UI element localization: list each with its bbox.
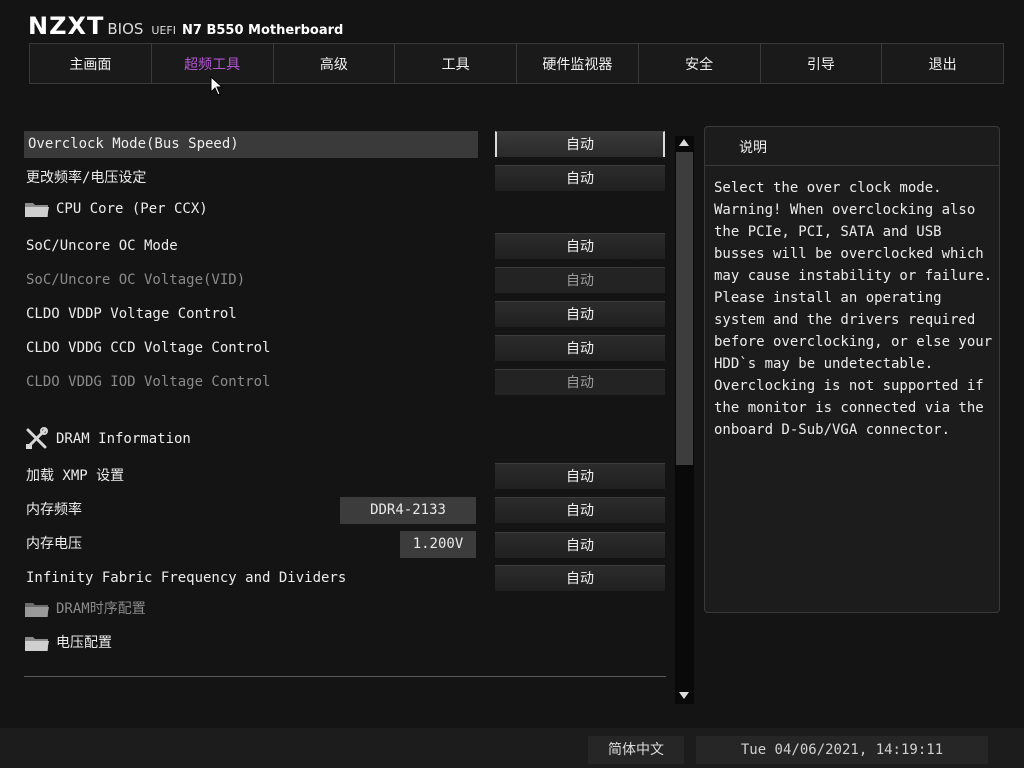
freq-voltage-value[interactable]: 自动: [495, 165, 665, 191]
overclock-mode-value[interactable]: 自动: [495, 131, 665, 157]
submenu-dram-information[interactable]: DRAM Information: [24, 426, 191, 453]
setting-label: Overclock Mode(Bus Speed): [28, 136, 239, 152]
tab-hardware-monitor[interactable]: 硬件监视器: [517, 44, 639, 83]
help-text: Select the over clock mode. Warning! Whe…: [714, 180, 993, 438]
tab-main[interactable]: 主画面: [30, 44, 152, 83]
setting-memory-voltage[interactable]: 内存电压: [24, 531, 82, 558]
cldo-vddp-value[interactable]: 自动: [495, 301, 665, 327]
scrollbar-thumb[interactable]: [676, 152, 693, 465]
folder-icon: [25, 203, 49, 217]
setting-memory-frequency[interactable]: 内存频率: [24, 497, 82, 524]
setting-label: SoC/Uncore OC Voltage(VID): [26, 272, 246, 288]
submenu-label: CPU Core (Per CCX): [56, 201, 208, 217]
bios-label: BIOS: [107, 20, 144, 38]
mouse-pointer-icon: [210, 76, 224, 96]
setting-label: SoC/Uncore OC Mode: [26, 238, 178, 254]
cldo-vddg-ccd-value[interactable]: 自动: [495, 335, 665, 361]
tab-boot[interactable]: 引导: [760, 44, 883, 83]
submenu-label: DRAM Information: [56, 431, 191, 447]
setting-overclock-mode[interactable]: Overclock Mode(Bus Speed): [24, 131, 478, 158]
memory-voltage-current: 1.200V: [400, 531, 476, 558]
setting-cldo-vddg-ccd[interactable]: CLDO VDDG CCD Voltage Control: [24, 335, 270, 362]
memory-frequency-current: DDR4-2133: [340, 497, 476, 524]
submenu-label: DRAM时序配置: [56, 601, 146, 617]
soc-oc-voltage-value: 自动: [495, 267, 665, 293]
submenu-label: 电压配置: [56, 635, 112, 651]
cldo-vddg-iod-value: 自动: [495, 369, 665, 395]
wrench-screwdriver-icon: [26, 427, 48, 449]
main-tab-bar: 主画面 超频工具 高级 工具 硬件监视器 安全 引导 退出: [29, 43, 1004, 84]
setting-xmp[interactable]: 加载 XMP 设置: [24, 463, 124, 490]
setting-label: 加载 XMP 设置: [26, 468, 125, 484]
board-name: N7 B550 Motherboard: [182, 23, 344, 38]
setting-soc-oc-mode[interactable]: SoC/Uncore OC Mode: [24, 233, 178, 260]
setting-freq-voltage[interactable]: 更改频率/电压设定: [24, 165, 146, 192]
setting-label: 内存频率: [26, 502, 82, 518]
scroll-up-icon[interactable]: [679, 139, 689, 146]
infinity-fabric-value[interactable]: 自动: [495, 565, 665, 591]
tab-tools[interactable]: 工具: [395, 44, 517, 83]
setting-infinity-fabric[interactable]: Infinity Fabric Frequency and Dividers: [24, 565, 346, 592]
help-divider: [705, 165, 999, 166]
submenu-dram-timing: DRAM时序配置: [24, 596, 146, 623]
xmp-value[interactable]: 自动: [495, 463, 665, 489]
system-clock[interactable]: Tue 04/06/2021, 14:19:11: [696, 736, 988, 764]
bios-header: NZXT BIOS UEFI N7 B550 Motherboard: [28, 12, 343, 40]
brand-logo: NZXT: [28, 12, 105, 40]
tab-advanced[interactable]: 高级: [273, 44, 396, 83]
setting-soc-oc-voltage: SoC/Uncore OC Voltage(VID): [24, 267, 245, 294]
setting-cldo-vddg-iod: CLDO VDDG IOD Voltage Control: [24, 369, 270, 396]
tab-security[interactable]: 安全: [638, 44, 761, 83]
folder-icon: [25, 637, 49, 651]
language-selector[interactable]: 简体中文: [588, 736, 684, 764]
setting-label: 内存电压: [26, 536, 82, 552]
help-panel: 说明 Select the over clock mode. Warning! …: [704, 126, 1000, 613]
setting-label: CLDO VDDP Voltage Control: [26, 306, 237, 322]
folder-icon: [25, 603, 49, 617]
setting-cldo-vddp[interactable]: CLDO VDDP Voltage Control: [24, 301, 237, 328]
setting-label: CLDO VDDG IOD Voltage Control: [26, 374, 271, 390]
uefi-label: UEFI: [151, 24, 176, 37]
setting-label: Infinity Fabric Frequency and Dividers: [26, 570, 347, 586]
setting-label: 更改频率/电压设定: [26, 170, 147, 186]
soc-oc-mode-value[interactable]: 自动: [495, 233, 665, 259]
memory-voltage-value[interactable]: 自动: [495, 532, 665, 558]
tab-exit[interactable]: 退出: [882, 44, 1003, 83]
help-title: 说明: [739, 140, 767, 156]
memory-frequency-value[interactable]: 自动: [495, 497, 665, 523]
submenu-cpu-core[interactable]: CPU Core (Per CCX): [24, 196, 208, 223]
setting-label: CLDO VDDG CCD Voltage Control: [26, 340, 271, 356]
list-divider: [24, 676, 666, 677]
scroll-down-icon[interactable]: [679, 692, 689, 699]
submenu-voltage-config[interactable]: 电压配置: [24, 630, 112, 657]
